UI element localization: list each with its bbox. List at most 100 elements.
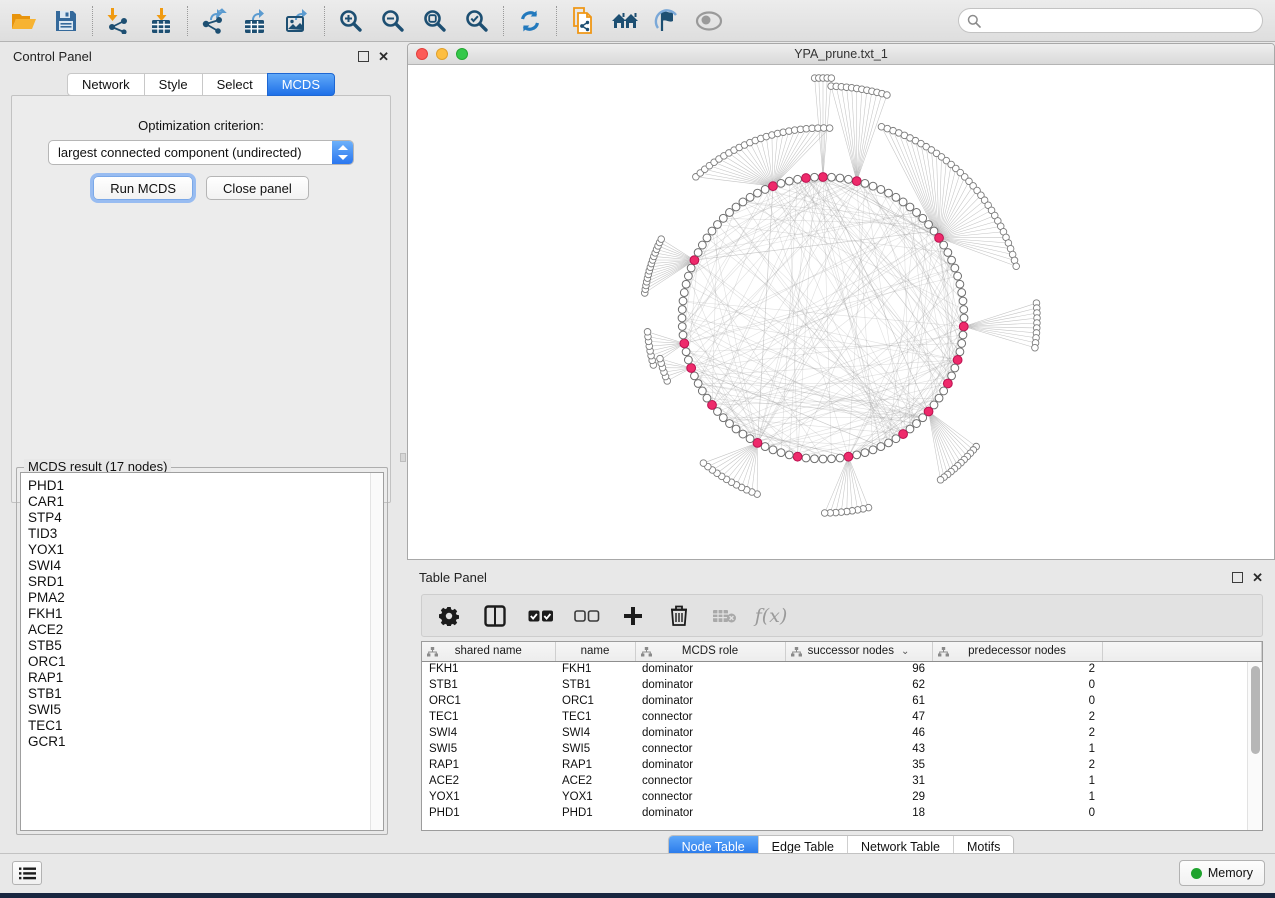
mcds-result-node[interactable]: STB1 bbox=[28, 686, 383, 702]
splitter-grip[interactable] bbox=[400, 453, 406, 462]
table-panel-float-icon[interactable] bbox=[1232, 572, 1243, 583]
table-row[interactable]: ORC1ORC1dominator610 bbox=[422, 693, 1262, 709]
memory-button[interactable]: Memory bbox=[1179, 860, 1265, 886]
cell-name: YOX1 bbox=[555, 789, 635, 805]
network-overview-houses-icon[interactable] bbox=[611, 7, 639, 35]
mcds-result-node[interactable]: SWI5 bbox=[28, 702, 383, 718]
table-row[interactable]: SWI4SWI4dominator462 bbox=[422, 725, 1262, 741]
column-header-MCDS-role[interactable]: MCDS role bbox=[635, 642, 785, 661]
table-row[interactable]: FKH1FKH1dominator962 bbox=[422, 661, 1262, 677]
mcds-result-node[interactable]: STP4 bbox=[28, 510, 383, 526]
control-panel-float-icon[interactable] bbox=[358, 51, 369, 62]
export-table-icon[interactable] bbox=[242, 7, 270, 35]
network-window: YPA_prune.txt_1 bbox=[407, 43, 1275, 560]
mcds-result-node[interactable]: GCR1 bbox=[28, 734, 383, 750]
mcds-result-node[interactable]: PMA2 bbox=[28, 590, 383, 606]
task-history-button[interactable] bbox=[12, 861, 42, 885]
search-input[interactable] bbox=[986, 13, 1254, 28]
mcds-result-node[interactable]: TID3 bbox=[28, 526, 383, 542]
zoom-fit-icon[interactable] bbox=[421, 7, 449, 35]
show-graphics-details-eye-icon[interactable] bbox=[695, 7, 723, 35]
mcds-result-node[interactable]: CAR1 bbox=[28, 494, 383, 510]
column-header-label: shared name bbox=[422, 645, 555, 657]
table-row[interactable]: PHD1PHD1dominator180 bbox=[422, 805, 1262, 821]
table-row[interactable]: TEC1TEC1connector472 bbox=[422, 709, 1262, 725]
cell-MCDS-role: dominator bbox=[635, 693, 785, 709]
zoom-in-icon[interactable] bbox=[337, 7, 365, 35]
scrollbar-thumb[interactable] bbox=[1251, 666, 1260, 754]
mcds-result-node[interactable]: STB5 bbox=[28, 638, 383, 654]
run-mcds-button[interactable]: Run MCDS bbox=[93, 176, 193, 200]
column-header-shared-name[interactable]: shared name bbox=[422, 642, 555, 661]
tab-select[interactable]: Select bbox=[202, 73, 267, 96]
zoom-out-icon[interactable] bbox=[379, 7, 407, 35]
column-label: successor nodes bbox=[808, 645, 894, 657]
tab-style[interactable]: Style bbox=[144, 73, 202, 96]
cell-filler bbox=[1102, 661, 1262, 677]
mcds-result-node[interactable]: ACE2 bbox=[28, 622, 383, 638]
cell-MCDS-role: dominator bbox=[635, 677, 785, 693]
open-session-icon[interactable] bbox=[10, 7, 38, 35]
export-network-icon[interactable] bbox=[200, 7, 228, 35]
add-column-icon[interactable] bbox=[620, 603, 646, 629]
search-field[interactable] bbox=[958, 8, 1263, 33]
mcds-result-node[interactable]: RAP1 bbox=[28, 670, 383, 686]
import-table-icon[interactable] bbox=[147, 7, 175, 35]
table-vertical-scrollbar[interactable] bbox=[1247, 662, 1262, 830]
column-header-filler bbox=[1102, 642, 1262, 661]
tab-network[interactable]: Network bbox=[67, 73, 144, 96]
mcds-result-scrollbar[interactable] bbox=[370, 473, 383, 830]
mcds-result-node[interactable]: SWI4 bbox=[28, 558, 383, 574]
table-row[interactable]: YOX1YOX1connector291 bbox=[422, 789, 1262, 805]
network-view-canvas[interactable] bbox=[408, 66, 1274, 559]
mcds-result-node[interactable]: ORC1 bbox=[28, 654, 383, 670]
control-panel-tabs: NetworkStyleSelectMCDS bbox=[3, 73, 399, 96]
cell-name: PHD1 bbox=[555, 805, 635, 821]
import-network-icon[interactable] bbox=[105, 7, 133, 35]
select-all-rows-icon[interactable] bbox=[528, 603, 554, 629]
node-table: shared namenameMCDS rolesuccessor nodes⌄… bbox=[422, 642, 1262, 821]
table-row[interactable]: ACE2ACE2connector311 bbox=[422, 773, 1262, 789]
clone-network-icon[interactable] bbox=[569, 7, 597, 35]
vertical-splitter[interactable] bbox=[399, 43, 407, 853]
apply-layout-refresh-icon[interactable] bbox=[516, 7, 544, 35]
hide-graphics-details-icon[interactable] bbox=[653, 7, 681, 35]
column-header-label: name bbox=[556, 645, 635, 657]
network-window-title: YPA_prune.txt_1 bbox=[408, 47, 1274, 61]
mcds-result-node[interactable]: YOX1 bbox=[28, 542, 383, 558]
cell-MCDS-role: connector bbox=[635, 773, 785, 789]
zoom-selected-icon[interactable] bbox=[463, 7, 491, 35]
table-panel-close-icon[interactable]: ✕ bbox=[1252, 572, 1263, 583]
table-options-gear-icon[interactable] bbox=[436, 603, 462, 629]
cell-filler bbox=[1102, 725, 1262, 741]
cell-filler bbox=[1102, 677, 1262, 693]
optimization-criterion-select[interactable]: largest connected component (undirected) bbox=[48, 140, 354, 165]
control-panel-close-icon[interactable]: ✕ bbox=[378, 51, 389, 62]
column-header-name[interactable]: name bbox=[555, 642, 635, 661]
network-canvas-svg bbox=[408, 66, 1274, 560]
export-image-icon[interactable] bbox=[284, 7, 312, 35]
node-table-grid: shared namenameMCDS rolesuccessor nodes⌄… bbox=[421, 641, 1263, 831]
tab-mcds[interactable]: MCDS bbox=[267, 73, 335, 96]
table-row[interactable]: RAP1RAP1dominator352 bbox=[422, 757, 1262, 773]
column-header-successor-nodes[interactable]: successor nodes⌄ bbox=[785, 642, 932, 661]
network-window-titlebar[interactable]: YPA_prune.txt_1 bbox=[408, 44, 1274, 65]
deselect-all-rows-icon[interactable] bbox=[574, 603, 600, 629]
show-columns-panel-icon[interactable] bbox=[482, 603, 508, 629]
table-row[interactable]: STB1STB1dominator620 bbox=[422, 677, 1262, 693]
cell-predecessor-nodes: 2 bbox=[932, 725, 1102, 741]
cell-shared-name: SWI5 bbox=[422, 741, 555, 757]
delete-column-icon[interactable] bbox=[666, 603, 692, 629]
save-session-icon[interactable] bbox=[52, 7, 80, 35]
optimization-criterion-value: largest connected component (undirected) bbox=[49, 145, 332, 160]
mcds-result-node[interactable]: FKH1 bbox=[28, 606, 383, 622]
cell-successor-nodes: 47 bbox=[785, 709, 932, 725]
mcds-result-node[interactable]: TEC1 bbox=[28, 718, 383, 734]
column-header-predecessor-nodes[interactable]: predecessor nodes bbox=[932, 642, 1102, 661]
mcds-result-node[interactable]: PHD1 bbox=[28, 478, 383, 494]
mcds-result-node[interactable]: SRD1 bbox=[28, 574, 383, 590]
cell-MCDS-role: connector bbox=[635, 789, 785, 805]
close-panel-button[interactable]: Close panel bbox=[206, 176, 309, 200]
mcds-result-list[interactable]: PHD1CAR1STP4TID3YOX1SWI4SRD1PMA2FKH1ACE2… bbox=[20, 472, 384, 831]
table-row[interactable]: SWI5SWI5connector431 bbox=[422, 741, 1262, 757]
